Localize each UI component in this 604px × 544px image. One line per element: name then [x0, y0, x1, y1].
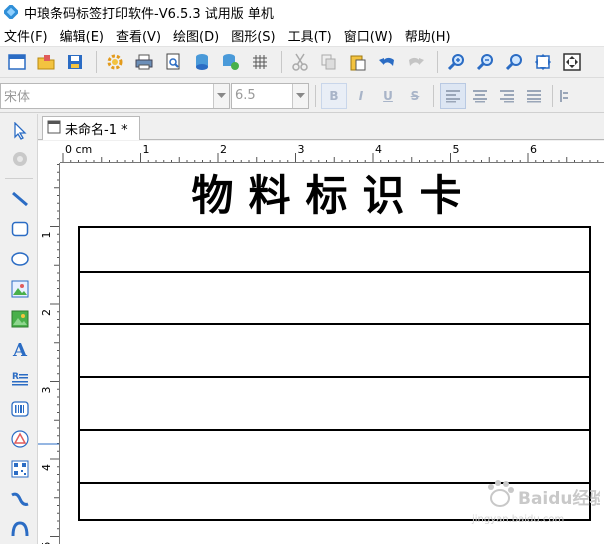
font-size-value: 6.5	[235, 88, 256, 103]
menu-edit[interactable]: 编辑(E)	[54, 26, 110, 45]
chevron-down-icon[interactable]	[292, 83, 308, 108]
tab-document[interactable]: 未命名-1 *	[42, 116, 140, 140]
grid-icon[interactable]	[247, 49, 273, 75]
font-name-value: 宋体	[4, 90, 31, 105]
ruler-label: 2	[40, 309, 53, 316]
bold-button[interactable]: B	[321, 82, 347, 109]
table-row-divider[interactable]	[80, 376, 589, 378]
zoom-in-icon[interactable]	[443, 49, 469, 75]
fit-page-icon[interactable]	[530, 49, 556, 75]
format-toolbar: 宋体 6.5 B I U S	[0, 79, 604, 113]
image-tool-icon[interactable]	[7, 276, 33, 302]
align-left-button[interactable]	[440, 82, 466, 109]
print-preview-icon[interactable]	[160, 49, 186, 75]
horizontal-ruler: 0 cm 1 2 3 4 5 6	[38, 141, 604, 163]
chevron-down-icon[interactable]	[213, 83, 229, 108]
save-icon[interactable]	[62, 49, 88, 75]
cut-icon[interactable]	[287, 49, 313, 75]
ruler-label: 3	[298, 143, 305, 156]
ruler-label: 4	[40, 464, 53, 471]
line-tool-icon[interactable]	[7, 186, 33, 212]
settings-gear-icon[interactable]	[102, 49, 128, 75]
print-icon[interactable]	[131, 49, 157, 75]
italic-button[interactable]: I	[348, 83, 374, 109]
ruler-label: 5	[453, 143, 460, 156]
toolbar-separator	[281, 51, 282, 73]
ruler-label: 2	[220, 143, 227, 156]
toolbar-separator	[433, 84, 434, 107]
ruler-label: 1	[143, 143, 150, 156]
watermark-text: Baidu经验	[518, 488, 600, 509]
picture-tool-icon[interactable]	[7, 306, 33, 332]
toolbar-separator	[96, 51, 97, 73]
menu-bar: 文件(F) 编辑(E) 查看(V) 绘图(D) 图形(S) 工具(T) 窗口(W…	[0, 24, 604, 46]
table-row-divider[interactable]	[80, 323, 589, 325]
menu-shape[interactable]: 图形(S)	[225, 26, 281, 45]
svg-text:A: A	[12, 340, 28, 358]
paste-icon[interactable]	[345, 49, 371, 75]
label-title-text[interactable]: 物料标识卡	[78, 171, 590, 221]
database-icon[interactable]	[189, 49, 215, 75]
ruler-corner	[38, 141, 60, 163]
menu-view[interactable]: 查看(V)	[110, 26, 167, 45]
menu-help[interactable]: 帮助(H)	[399, 26, 457, 45]
text-tool-icon[interactable]: A	[7, 336, 33, 362]
watermark-subtext: jingyan.baidu.com	[471, 514, 564, 525]
zoom-out-icon[interactable]	[472, 49, 498, 75]
document-icon	[47, 120, 61, 138]
menu-window[interactable]: 窗口(W)	[338, 26, 399, 45]
document-tabs: 未命名-1 *	[38, 114, 604, 140]
toolbar-separator	[315, 84, 316, 107]
database-settings-icon[interactable]	[218, 49, 244, 75]
rectangle-tool-icon[interactable]	[7, 216, 33, 242]
menu-file[interactable]: 文件(F)	[0, 26, 54, 45]
palette-separator	[5, 178, 33, 179]
strikethrough-button[interactable]: S	[402, 83, 428, 109]
title-bar: 中琅条码标签打印软件-V6.5.3 试用版 单机	[0, 0, 604, 24]
tab-label: 未命名-1 *	[65, 123, 128, 138]
select-pointer-icon[interactable]	[7, 118, 33, 144]
ruler-label: 0 cm	[65, 143, 92, 156]
ruler-label: 3	[40, 387, 53, 394]
font-name-select[interactable]: 宋体	[0, 82, 230, 109]
barcode-tool-icon[interactable]	[7, 396, 33, 422]
zoom-custom-icon[interactable]	[501, 49, 527, 75]
align-center-button[interactable]	[467, 83, 493, 109]
new-window-icon[interactable]	[4, 49, 30, 75]
main-toolbar	[0, 46, 604, 78]
rotate-tool-icon[interactable]	[7, 146, 33, 172]
undo-icon[interactable]	[374, 49, 400, 75]
table-row-divider[interactable]	[80, 271, 589, 273]
font-size-select[interactable]: 6.5	[231, 82, 309, 109]
align-right-button[interactable]	[494, 83, 520, 109]
ellipse-tool-icon[interactable]	[7, 246, 33, 272]
triangle-tool-icon[interactable]	[7, 426, 33, 452]
app-logo-icon	[2, 3, 20, 21]
svg-text:R: R	[12, 372, 19, 382]
qrcode-tool-icon[interactable]	[7, 456, 33, 482]
copy-icon[interactable]	[316, 49, 342, 75]
ruler-label: 6	[530, 143, 537, 156]
menu-tools[interactable]: 工具(T)	[282, 26, 338, 45]
ruler-label: 4	[375, 143, 382, 156]
arc-tool-icon[interactable]	[7, 516, 33, 542]
toolbar-separator	[437, 51, 438, 73]
multiline-text-tool-icon[interactable]: R	[7, 366, 33, 392]
actual-size-icon[interactable]	[559, 49, 585, 75]
vertical-align-icon[interactable]	[559, 83, 569, 109]
curve-tool-icon[interactable]	[7, 486, 33, 512]
redo-icon[interactable]	[403, 49, 429, 75]
align-justify-button[interactable]	[521, 83, 547, 109]
tool-palette: A R	[0, 114, 38, 544]
underline-button[interactable]: U	[375, 83, 401, 109]
vertical-ruler: 12345	[38, 141, 60, 544]
baidu-watermark: Baidu经验 jingyan.baidu.com	[460, 474, 604, 526]
open-folder-icon[interactable]	[33, 49, 59, 75]
table-row-divider[interactable]	[80, 429, 589, 431]
ruler-label: 1	[40, 232, 53, 239]
window-title: 中琅条码标签打印软件-V6.5.3 试用版 单机	[24, 6, 274, 22]
menu-draw[interactable]: 绘图(D)	[167, 26, 225, 45]
paw-logo-icon	[488, 480, 514, 507]
toolbar-separator	[552, 84, 553, 107]
